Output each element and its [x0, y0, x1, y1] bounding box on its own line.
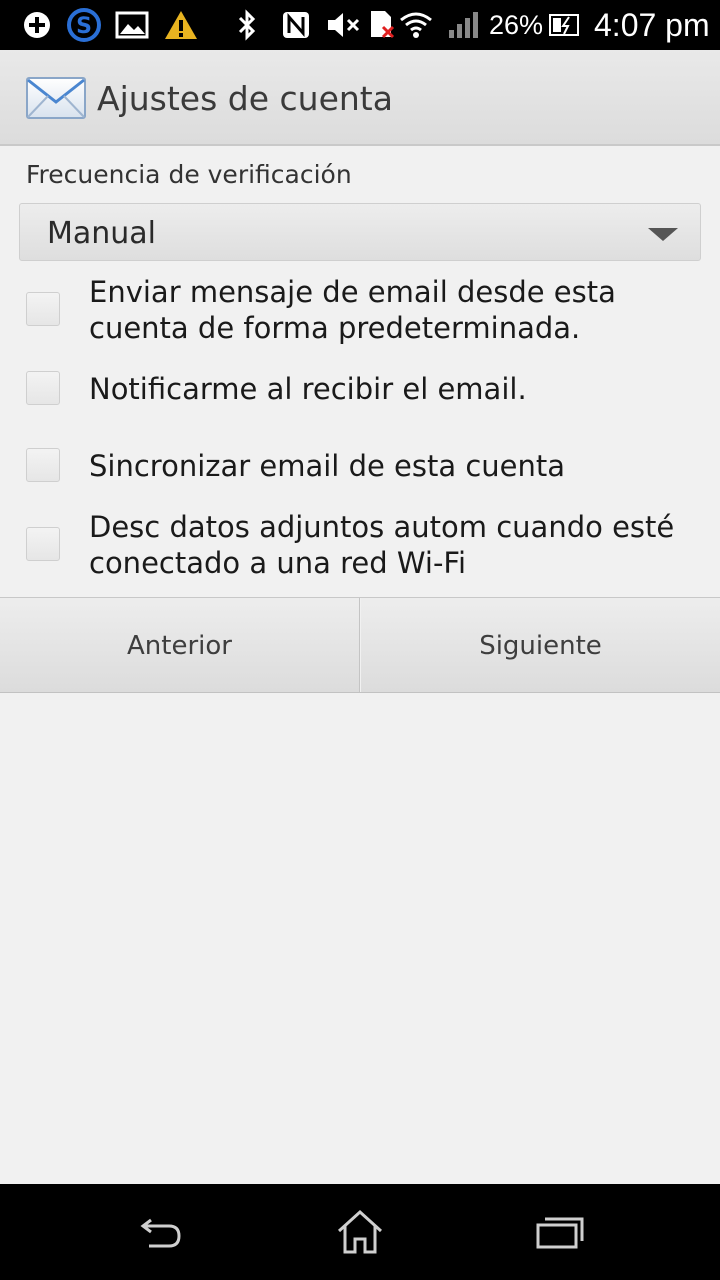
option-notify[interactable]: Notificarme al recibir el email. [0, 360, 720, 420]
option-default-account[interactable]: Enviar mensaje de email desde esta cuent… [0, 268, 720, 358]
button-bar: Anterior Siguiente [0, 597, 720, 693]
checkbox-default-account[interactable] [26, 292, 60, 326]
check-frequency-value: Manual [47, 216, 157, 251]
nfc-icon [281, 7, 311, 43]
check-frequency-label: Frecuencia de verificación [26, 160, 352, 189]
bluetooth-icon [234, 7, 260, 43]
option-label: Desc datos adjuntos autom cuando esté co… [89, 510, 675, 580]
home-icon[interactable] [330, 1206, 390, 1258]
checkbox-notify[interactable] [26, 371, 60, 405]
plus-circle-icon [20, 7, 54, 43]
page-title: Ajustes de cuenta [97, 79, 393, 118]
option-label: Sincronizar email de esta cuenta [89, 449, 566, 483]
wifi-icon [398, 7, 434, 43]
battery-percent: 26% [489, 10, 544, 40]
option-sync[interactable]: Sincronizar email de esta cuenta [0, 438, 720, 498]
checkbox-sync[interactable] [26, 448, 60, 482]
status-bar: S 26% 4:07 pm [0, 0, 720, 50]
option-wifi-attachments[interactable]: Desc datos adjuntos autom cuando esté co… [0, 504, 720, 592]
recent-apps-icon[interactable] [530, 1206, 590, 1258]
image-icon [114, 7, 150, 43]
warning-icon [162, 7, 200, 43]
option-label: Enviar mensaje de email desde esta cuent… [89, 275, 616, 345]
email-icon [26, 77, 86, 123]
skype-icon: S [66, 7, 102, 43]
dropdown-arrow-icon [648, 228, 678, 241]
svg-text:S: S [76, 14, 92, 39]
back-icon[interactable] [130, 1206, 190, 1258]
mute-icon [326, 7, 362, 43]
previous-button[interactable]: Anterior [0, 598, 360, 692]
option-label: Notificarme al recibir el email. [89, 372, 527, 406]
signal-icon [446, 7, 480, 43]
action-bar: Ajustes de cuenta [0, 50, 720, 146]
checkbox-wifi-attachments[interactable] [26, 527, 60, 561]
check-frequency-dropdown[interactable]: Manual [19, 203, 701, 261]
clock: 4:07 pm [594, 7, 710, 43]
navigation-bar [0, 1184, 720, 1280]
next-button[interactable]: Siguiente [361, 598, 720, 692]
battery-icon [548, 7, 582, 43]
sim-error-icon [368, 7, 396, 43]
